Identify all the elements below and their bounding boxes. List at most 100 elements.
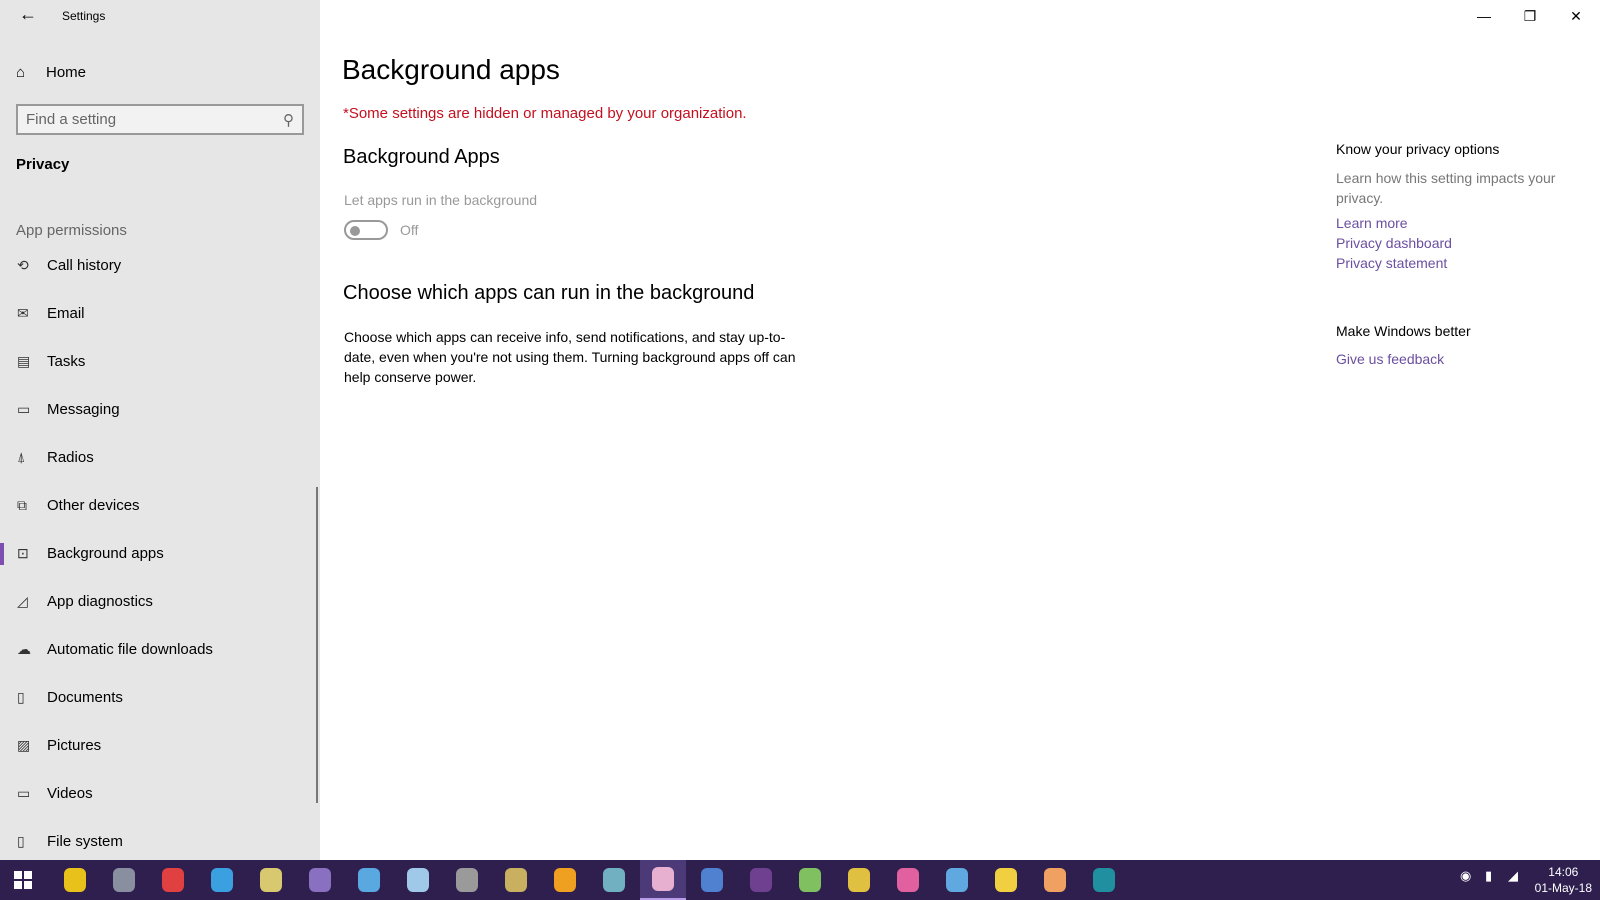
sidebar-item-icon: ▯ xyxy=(17,832,25,849)
sidebar-item-pictures[interactable]: ▨ Pictures xyxy=(0,725,314,765)
sidebar-item-videos[interactable]: ▭ Videos xyxy=(0,773,314,813)
sidebar-item-label: File system xyxy=(47,832,123,850)
taskbar-app[interactable] xyxy=(52,860,98,900)
sidebar: ← Settings ⌂ Home Find a setting ⚲ Priva… xyxy=(0,0,320,860)
sidebar-item-icon: ▭ xyxy=(17,400,31,417)
back-arrow-icon[interactable]: ← xyxy=(16,4,40,25)
start-button[interactable] xyxy=(0,860,46,900)
sidebar-item-label: Other devices xyxy=(47,496,140,514)
sidebar-item-label: Radios xyxy=(47,448,94,466)
app-icon xyxy=(1093,868,1115,892)
app-icon xyxy=(456,868,478,892)
taskbar-app[interactable] xyxy=(591,860,637,900)
make-windows-better-heading: Make Windows better xyxy=(1336,323,1471,339)
taskbar-app[interactable] xyxy=(836,860,882,900)
taskbar-app[interactable] xyxy=(787,860,833,900)
sidebar-item-label: Videos xyxy=(47,784,93,802)
steam-icon[interactable]: ◉ xyxy=(1460,868,1471,884)
app-icon xyxy=(260,868,282,892)
date: 01-May-18 xyxy=(1534,881,1592,895)
sidebar-item-label: Tasks xyxy=(47,352,86,370)
description: Choose which apps can receive info, send… xyxy=(344,329,796,385)
privacy-dashboard-link[interactable]: Privacy dashboard xyxy=(1336,235,1452,251)
taskbar-app[interactable] xyxy=(444,860,490,900)
taskbar-app[interactable] xyxy=(542,860,588,900)
app-icon xyxy=(64,868,86,892)
sidebar-item-label: Messaging xyxy=(47,400,120,418)
app-icon xyxy=(309,868,331,892)
taskbar-app[interactable] xyxy=(150,860,196,900)
restore-button[interactable]: ❐ xyxy=(1507,0,1553,32)
toggle-knob xyxy=(350,226,360,236)
taskbar-app[interactable] xyxy=(934,860,980,900)
sidebar-item-label: Automatic file downloads xyxy=(47,640,213,658)
app-icon xyxy=(750,868,772,892)
privacy-statement-link[interactable]: Privacy statement xyxy=(1336,255,1447,271)
taskbar-app[interactable] xyxy=(689,860,735,900)
sidebar-item-label: Documents xyxy=(47,688,123,706)
network-icon[interactable]: ◢ xyxy=(1508,868,1518,884)
sidebar-item-radios[interactable]: ⍋ Radios xyxy=(0,437,314,477)
choose-apps-heading: Choose which apps can run in the backgro… xyxy=(343,282,755,304)
section-heading: Privacy xyxy=(16,156,70,173)
sidebar-item-other-devices[interactable]: ⧉ Other devices xyxy=(0,485,314,525)
sidebar-item-file-system[interactable]: ▯ File system xyxy=(0,821,314,861)
home-link[interactable]: ⌂ Home xyxy=(16,60,86,84)
sidebar-item-background-apps[interactable]: ⊡ Background apps xyxy=(0,533,314,573)
windows-icon xyxy=(14,871,32,889)
taskbar-app[interactable] xyxy=(1032,860,1078,900)
app-icon xyxy=(799,868,821,892)
sidebar-item-tasks[interactable]: ▤ Tasks xyxy=(0,341,314,381)
app-icon xyxy=(603,868,625,892)
sidebar-item-email[interactable]: ✉ Email xyxy=(0,293,314,333)
app-icon xyxy=(358,868,380,892)
group-heading: App permissions xyxy=(16,222,127,239)
taskbar-app[interactable] xyxy=(885,860,931,900)
sidebar-item-app-diagnostics[interactable]: ◿ App diagnostics xyxy=(0,581,314,621)
sidebar-item-automatic-file-downloads[interactable]: ☁ Automatic file downloads xyxy=(0,629,314,669)
sidebar-item-messaging[interactable]: ▭ Messaging xyxy=(0,389,314,429)
sidebar-item-call-history[interactable]: ⟲ Call history xyxy=(0,245,314,285)
taskbar-app[interactable] xyxy=(640,860,686,900)
background-apps-toggle[interactable] xyxy=(344,220,388,240)
sidebar-item-icon: ⟲ xyxy=(17,256,29,273)
sidebar-item-icon: ⍋ xyxy=(17,448,26,465)
clock[interactable]: 14:06 01-May-18 xyxy=(1535,864,1592,896)
minimize-button[interactable]: — xyxy=(1461,0,1507,32)
sidebar-item-label: Call history xyxy=(47,256,122,274)
sidebar-item-label: App diagnostics xyxy=(47,592,153,610)
speaker-icon[interactable]: ▮ xyxy=(1485,868,1492,884)
sidebar-item-icon: ▤ xyxy=(17,352,31,369)
app-icon xyxy=(407,868,429,892)
taskbar-app[interactable] xyxy=(101,860,147,900)
learn-more-link[interactable]: Learn more xyxy=(1336,215,1408,231)
taskbar-app[interactable] xyxy=(395,860,441,900)
close-button[interactable]: ✕ xyxy=(1553,0,1599,32)
taskbar-app[interactable] xyxy=(346,860,392,900)
taskbar-app[interactable] xyxy=(1081,860,1127,900)
app-icon xyxy=(652,867,674,891)
window-title: Settings xyxy=(62,9,106,23)
search-icon[interactable]: ⚲ xyxy=(283,111,294,129)
taskbar-app[interactable] xyxy=(248,860,294,900)
app-icon xyxy=(1044,868,1066,892)
taskbar-app[interactable] xyxy=(297,860,343,900)
sidebar-scrollbar[interactable] xyxy=(316,487,318,803)
taskbar-app[interactable] xyxy=(493,860,539,900)
privacy-text: Learn how this setting impacts your priv… xyxy=(1336,170,1556,206)
app-icon xyxy=(162,868,184,892)
privacy-options-heading: Know your privacy options xyxy=(1336,141,1500,157)
search-input[interactable]: Find a setting ⚲ xyxy=(16,104,304,135)
sidebar-item-icon: ☁ xyxy=(17,640,31,657)
toggle-label: Let apps run in the background xyxy=(344,192,538,208)
taskbar-app[interactable] xyxy=(738,860,784,900)
taskbar-app[interactable] xyxy=(983,860,1029,900)
app-icon xyxy=(897,868,919,892)
app-icon xyxy=(848,868,870,892)
feedback-link[interactable]: Give us feedback xyxy=(1336,351,1444,367)
app-icon xyxy=(505,868,527,892)
sidebar-item-icon: ▯ xyxy=(17,688,25,705)
taskbar-app[interactable] xyxy=(199,860,245,900)
sidebar-item-documents[interactable]: ▯ Documents xyxy=(0,677,314,717)
app-icon xyxy=(946,868,968,892)
